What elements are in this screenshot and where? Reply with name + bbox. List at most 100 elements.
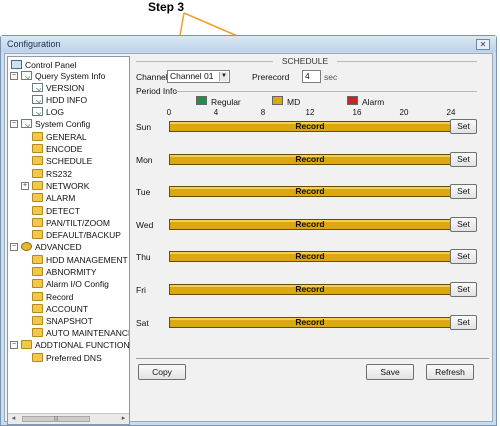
set-button-thu[interactable]: Set <box>450 249 477 265</box>
tree-horizontal-scrollbar[interactable]: ◂ ||| ▸ <box>8 413 129 424</box>
tree-item-label: PAN/TILT/ZOOM <box>46 218 110 228</box>
tree-item-label: Query System Info <box>35 71 106 81</box>
window-title: Configuration <box>1 36 496 52</box>
chevron-down-icon[interactable]: ▼ <box>219 72 228 81</box>
hour-tick-label: 4 <box>213 108 219 117</box>
set-button-tue[interactable]: Set <box>450 184 477 200</box>
bottom-divider <box>136 358 489 359</box>
tree-item-label: ALARM <box>46 193 76 203</box>
day-label-sun: Sun <box>136 122 152 132</box>
collapse-icon[interactable]: − <box>10 243 18 251</box>
navigation-tree: Control Panel − Query System Info VERSION HD… <box>7 56 130 425</box>
tree-item-label: ADDTIONAL FUNCTION <box>35 340 130 350</box>
folder-icon <box>32 218 43 227</box>
schedule-bar-mon[interactable]: Record <box>169 153 451 165</box>
schedule-bar-label: Record <box>295 153 325 164</box>
scroll-left-icon[interactable]: ◂ <box>9 415 18 423</box>
channel-value: Channel 01 <box>170 71 214 81</box>
expand-icon[interactable]: + <box>21 182 29 190</box>
section-title: SCHEDULE <box>281 56 329 66</box>
folder-icon <box>32 169 43 178</box>
tree-item-label: SCHEDULE <box>46 156 93 166</box>
hour-tick-label: 20 <box>399 108 409 117</box>
tree-item-label: HDD INFO <box>46 95 88 105</box>
tree-item-label: Preferred DNS <box>46 353 102 363</box>
prerecord-input[interactable]: 4 <box>302 70 321 83</box>
tree-item-label: ACCOUNT <box>46 304 89 314</box>
legend-label-alarm: Alarm <box>362 97 385 107</box>
scroll-thumb[interactable]: ||| <box>22 416 90 422</box>
copy-button[interactable]: Copy <box>138 364 186 380</box>
collapse-icon[interactable]: − <box>10 120 18 128</box>
scroll-right-icon[interactable]: ▸ <box>119 415 128 423</box>
day-label-fri: Fri <box>136 285 146 295</box>
tree-item-label: HDD MANAGEMENT <box>46 255 128 265</box>
legend-swatch-alarm <box>347 96 358 105</box>
tree-item-label: NETWORK <box>46 181 90 191</box>
tree-item-label: VERSION <box>46 83 85 93</box>
folder-icon <box>32 292 43 301</box>
schedule-bar-label: Record <box>295 284 325 294</box>
prerecord-label: Prerecord <box>252 72 290 82</box>
folder-icon <box>32 255 43 264</box>
collapse-icon[interactable]: − <box>10 341 18 349</box>
schedule-bar-label: Record <box>295 316 325 327</box>
schedule-bar-wed[interactable]: Record <box>169 218 451 230</box>
tree-item-label: ENCODE <box>46 144 83 154</box>
schedule-bar-label: Record <box>295 121 325 131</box>
folder-icon <box>32 132 43 141</box>
set-button-fri[interactable]: Set <box>450 282 477 297</box>
channel-label: Channel <box>136 72 168 82</box>
header-rule-left <box>136 61 273 62</box>
folder-icon <box>32 304 43 313</box>
tree-item-label: SNAPSHOT <box>46 316 93 326</box>
day-label-tue: Tue <box>136 187 151 198</box>
schedule-bar-label: Record <box>295 218 325 229</box>
folder-icon <box>32 156 43 165</box>
doc-icon <box>21 119 32 128</box>
header-rule-right <box>337 61 477 62</box>
hour-tick-label: 12 <box>305 108 315 117</box>
tree-item-label: System Config <box>35 119 91 129</box>
tree-item-label: Alarm I/O Config <box>46 279 109 289</box>
legend-swatch-regular <box>196 96 207 105</box>
set-button-sun[interactable]: Set <box>450 119 477 134</box>
control-panel-icon <box>11 60 22 69</box>
close-icon[interactable]: ✕ <box>476 39 490 50</box>
doc-icon <box>32 83 43 92</box>
tree-item-label: GENERAL <box>46 132 87 142</box>
tree-item-label: DEFAULT/BACKUP <box>46 230 121 240</box>
period-info-label: Period Info <box>136 86 178 96</box>
legend-label-md: MD <box>287 97 301 107</box>
folder-icon <box>32 353 43 362</box>
schedule-bar-sun[interactable]: Record <box>169 121 451 132</box>
channel-select[interactable]: Channel 01 ▼ <box>167 70 230 83</box>
step-3-annotation: Step 3 <box>148 0 185 14</box>
folder-icon <box>32 316 43 325</box>
day-label-sat: Sat <box>136 317 149 328</box>
hour-tick-label: 24 <box>446 108 456 117</box>
save-button[interactable]: Save <box>366 364 414 380</box>
schedule-bar-thu[interactable]: Record <box>169 251 451 263</box>
tree-item-label: AUTO MAINTENANCE <box>46 328 130 338</box>
tree-item-label: RS232 <box>46 169 72 179</box>
folder-icon <box>32 206 43 215</box>
refresh-button[interactable]: Refresh <box>426 364 474 380</box>
query-icon <box>21 71 32 80</box>
set-button-wed[interactable]: Set <box>450 216 477 232</box>
schedule-pane: SCHEDULE Channel Channel 01 ▼ Prerecord … <box>133 54 492 421</box>
folder-icon <box>32 279 43 288</box>
set-button-mon[interactable]: Set <box>450 151 477 167</box>
hour-tick-label: 8 <box>260 108 266 117</box>
schedule-bar-fri[interactable]: Record <box>169 284 451 295</box>
set-button-sat[interactable]: Set <box>450 314 477 330</box>
collapse-icon[interactable]: − <box>10 72 18 80</box>
day-label-wed: Wed <box>136 219 154 230</box>
day-label-thu: Thu <box>136 252 151 263</box>
folder-icon <box>32 230 43 239</box>
configuration-window: Configuration ✕ Control Panel − Query Syst… <box>0 35 497 426</box>
day-label-mon: Mon <box>136 154 153 165</box>
schedule-bar-tue[interactable]: Record <box>169 186 451 198</box>
schedule-bar-sat[interactable]: Record <box>169 316 451 328</box>
folder-icon <box>32 181 43 190</box>
